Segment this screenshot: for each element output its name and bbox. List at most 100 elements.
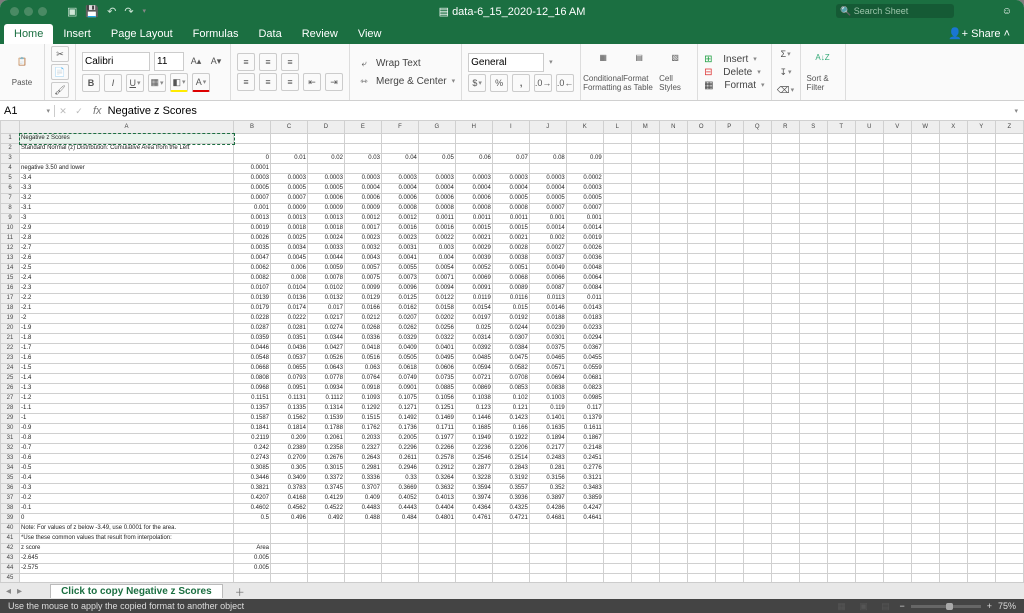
cell[interactable] — [967, 514, 995, 524]
cell[interactable]: 0.0003 — [271, 174, 308, 184]
cell[interactable]: 0.2177 — [529, 444, 566, 454]
cell[interactable]: 0.0019 — [234, 224, 271, 234]
cell[interactable] — [827, 184, 855, 194]
cell[interactable] — [799, 524, 827, 534]
cell[interactable] — [455, 554, 492, 564]
cell[interactable] — [911, 214, 939, 224]
cell[interactable] — [743, 354, 771, 364]
cell[interactable] — [911, 324, 939, 334]
cell[interactable]: 0.0007 — [234, 194, 271, 204]
cell[interactable]: 0.0262 — [381, 324, 418, 334]
cell[interactable] — [687, 544, 715, 554]
cell[interactable] — [603, 344, 631, 354]
cell[interactable] — [715, 564, 743, 574]
cell[interactable] — [883, 494, 911, 504]
cell[interactable]: 0.2514 — [492, 454, 529, 464]
conditional-formatting-button[interactable]: ▦Conditional Formatting — [587, 50, 619, 94]
cell[interactable] — [743, 134, 771, 144]
cell[interactable] — [995, 314, 1023, 324]
cell[interactable] — [529, 164, 566, 174]
cell[interactable] — [855, 304, 883, 314]
cell[interactable] — [799, 254, 827, 264]
cell[interactable] — [631, 444, 659, 454]
cell[interactable] — [687, 284, 715, 294]
cell[interactable] — [771, 284, 799, 294]
tab-review[interactable]: Review — [292, 24, 348, 44]
cell[interactable] — [687, 554, 715, 564]
cell[interactable]: 0.0099 — [344, 284, 381, 294]
autosave-icon[interactable]: ▣ — [67, 5, 77, 18]
cell[interactable] — [967, 494, 995, 504]
cell[interactable] — [687, 174, 715, 184]
cell[interactable] — [939, 334, 967, 344]
cell[interactable] — [344, 164, 381, 174]
cell[interactable] — [771, 484, 799, 494]
cell[interactable] — [911, 144, 939, 154]
cell[interactable]: Negative z Scores — [20, 134, 234, 144]
cell[interactable]: 0.4247 — [566, 504, 603, 514]
cell[interactable]: 0.2033 — [344, 434, 381, 444]
row-header[interactable]: 22 — [1, 344, 20, 354]
cell[interactable] — [855, 404, 883, 414]
cell[interactable] — [603, 424, 631, 434]
cell[interactable] — [911, 224, 939, 234]
cell[interactable] — [799, 134, 827, 144]
cell[interactable] — [771, 444, 799, 454]
cell[interactable]: 0.119 — [529, 404, 566, 414]
cell[interactable] — [967, 244, 995, 254]
cell[interactable] — [799, 364, 827, 374]
cell[interactable]: 0.0344 — [307, 334, 344, 344]
cell[interactable] — [715, 414, 743, 424]
cell[interactable] — [799, 354, 827, 364]
cell[interactable] — [883, 544, 911, 554]
cell[interactable] — [771, 134, 799, 144]
cell[interactable] — [967, 374, 995, 384]
cell[interactable]: 0.2061 — [307, 434, 344, 444]
cell[interactable] — [603, 414, 631, 424]
col-header[interactable]: H — [455, 121, 492, 134]
cell[interactable] — [911, 294, 939, 304]
cell[interactable] — [687, 224, 715, 234]
cell[interactable] — [659, 394, 687, 404]
cell[interactable] — [659, 304, 687, 314]
cell[interactable] — [827, 554, 855, 564]
col-header[interactable]: U — [855, 121, 883, 134]
cell[interactable] — [631, 324, 659, 334]
cell[interactable]: 0.4286 — [529, 504, 566, 514]
cell[interactable] — [799, 194, 827, 204]
cell[interactable] — [271, 134, 308, 144]
cell[interactable]: -1.3 — [20, 384, 234, 394]
cell[interactable]: 0.2981 — [344, 464, 381, 474]
cell[interactable] — [603, 284, 631, 294]
cell[interactable]: 0.0749 — [381, 374, 418, 384]
cell[interactable] — [659, 484, 687, 494]
row-header[interactable]: 38 — [1, 504, 20, 514]
cell[interactable]: 0.0034 — [271, 244, 308, 254]
border-button[interactable]: ▦▾ — [148, 74, 166, 92]
cell[interactable]: 0.0113 — [529, 294, 566, 304]
cell[interactable] — [939, 474, 967, 484]
row-header[interactable]: 29 — [1, 414, 20, 424]
cell[interactable]: z score — [20, 544, 234, 554]
cell[interactable] — [771, 144, 799, 154]
cell[interactable]: 0.0045 — [271, 254, 308, 264]
cell[interactable]: 0.0049 — [529, 264, 566, 274]
cell[interactable]: 0.2327 — [344, 444, 381, 454]
indent-inc-icon[interactable]: ⇥ — [325, 73, 343, 91]
cell[interactable]: 0.0934 — [307, 384, 344, 394]
cell[interactable]: 0.0968 — [234, 384, 271, 394]
tab-page-layout[interactable]: Page Layout — [101, 24, 183, 44]
cell[interactable]: 0.1492 — [381, 414, 418, 424]
cell[interactable] — [827, 134, 855, 144]
cell[interactable] — [799, 374, 827, 384]
cell[interactable] — [799, 184, 827, 194]
cell[interactable]: 0.0808 — [234, 374, 271, 384]
cell[interactable] — [715, 344, 743, 354]
cell[interactable] — [995, 384, 1023, 394]
cell[interactable]: 0.0006 — [381, 194, 418, 204]
cell[interactable]: 0.1685 — [455, 424, 492, 434]
cell[interactable]: 0.001 — [234, 204, 271, 214]
cell[interactable]: 0.4641 — [566, 514, 603, 524]
cell[interactable] — [967, 214, 995, 224]
cell[interactable]: 0.0018 — [307, 224, 344, 234]
